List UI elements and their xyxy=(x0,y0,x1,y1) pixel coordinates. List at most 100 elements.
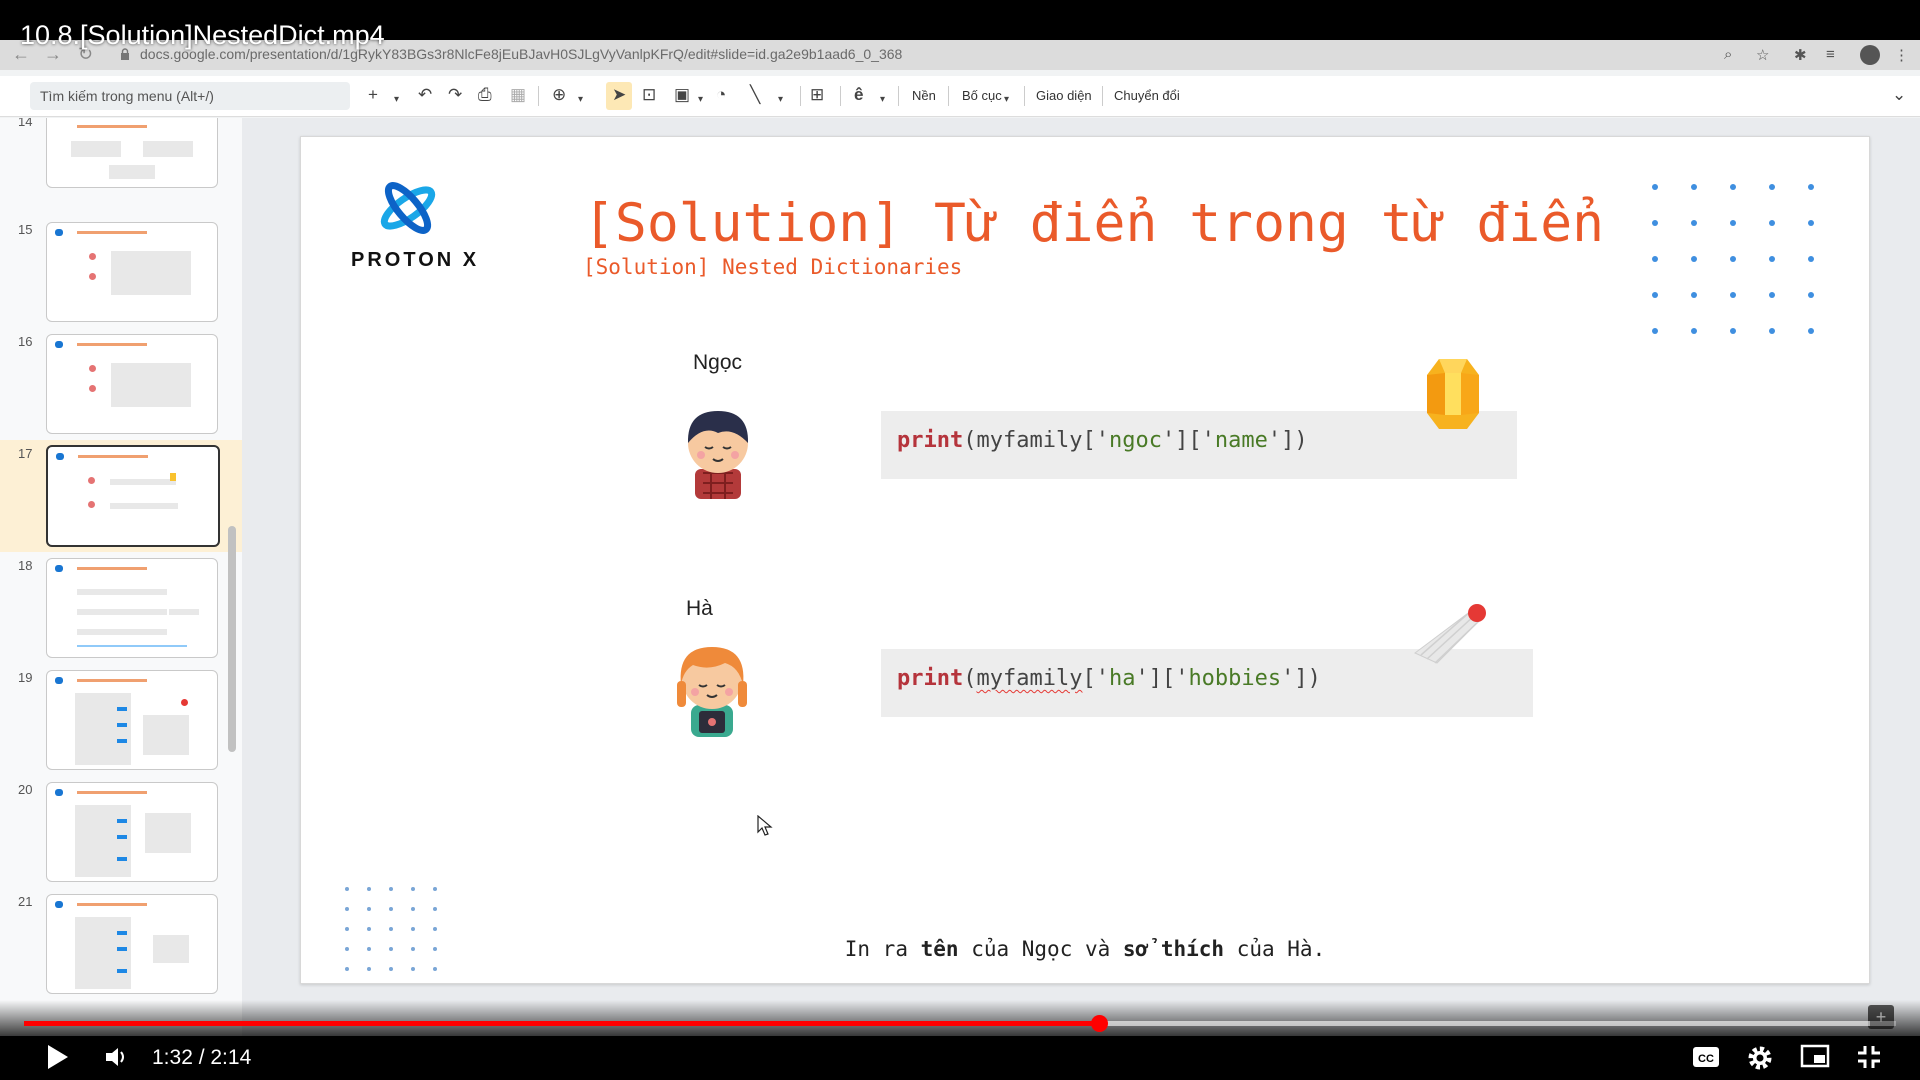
person-name-ha: Hà xyxy=(686,597,713,620)
input-tools-icon[interactable]: ê xyxy=(854,85,863,105)
code-variable: myfamily xyxy=(976,666,1083,691)
image-icon[interactable]: ▣ xyxy=(674,85,690,105)
theme-button[interactable]: Giao diện xyxy=(1036,88,1092,103)
slide-thumbnail-21[interactable] xyxy=(46,894,218,994)
new-slide-icon[interactable]: + xyxy=(368,85,378,105)
video-title[interactable]: 10.8.[Solution]NestedDict.mp4 xyxy=(20,20,385,51)
comment-icon[interactable]: ⊞ xyxy=(810,85,824,105)
slide-thumbnail-17[interactable] xyxy=(46,445,220,547)
settings-gear-icon[interactable] xyxy=(1746,1044,1774,1072)
decorative-dot-grid xyxy=(1652,184,1814,334)
text-box-icon[interactable]: ⊡ xyxy=(642,85,656,105)
chevron-down-icon[interactable]: ▾ xyxy=(880,90,885,110)
slide-number: 16 xyxy=(18,334,33,349)
chevron-down-icon[interactable]: ▾ xyxy=(698,90,703,110)
chevron-down-icon[interactable]: ▾ xyxy=(778,90,783,110)
volume-icon[interactable] xyxy=(104,1046,130,1068)
code-string: ha xyxy=(1108,666,1136,691)
cursor-arrow-icon[interactable]: ➤ xyxy=(612,85,626,105)
paint-format-icon[interactable]: ▦ xyxy=(510,85,526,105)
layout-button[interactable]: Bố cục xyxy=(962,88,1002,103)
code-variable: myfamily xyxy=(976,428,1083,453)
slide-thumbnail-18[interactable] xyxy=(46,558,218,658)
transition-button[interactable]: Chuyển đổi xyxy=(1114,88,1180,103)
collapse-toolbar-icon[interactable]: ⌄ xyxy=(1892,85,1906,105)
zoom-icon[interactable]: ⊕ xyxy=(552,85,566,105)
slide-thumbnail-15[interactable] xyxy=(46,222,218,322)
chevron-down-icon[interactable]: ▾ xyxy=(394,90,399,110)
menu-kebab-icon[interactable]: ⋮ xyxy=(1894,46,1909,64)
time-display: 1:32 / 2:14 xyxy=(152,1046,252,1069)
code-string: hobbies xyxy=(1188,666,1282,691)
slide-number: 19 xyxy=(18,670,33,685)
extensions-icon[interactable]: ✱ xyxy=(1794,46,1807,64)
code-line: print(myfamily['ha']['hobbies']) xyxy=(897,666,1321,691)
girl-avatar-icon xyxy=(677,647,747,737)
caption-text: In ra xyxy=(844,937,921,961)
progress-played xyxy=(24,1021,1099,1026)
slide-thumbnail-20[interactable] xyxy=(46,782,218,882)
logo-text: PROTON X xyxy=(351,249,480,271)
slide-thumbnail-14[interactable] xyxy=(46,118,218,188)
profile-avatar[interactable] xyxy=(1860,45,1880,65)
gem-icon xyxy=(1427,359,1479,429)
chevron-down-icon[interactable]: ▾ xyxy=(1004,90,1009,110)
boy-avatar-icon xyxy=(687,411,749,499)
code-snippet-ngoc: print(myfamily['ngoc']['name']) xyxy=(881,411,1517,479)
progress-scrubber-handle[interactable] xyxy=(1090,1015,1108,1032)
caption-bold: sở thích xyxy=(1122,937,1225,961)
slide-number: 17 xyxy=(18,446,33,461)
filmstrip-scrollbar[interactable] xyxy=(228,526,236,752)
toolbar-divider xyxy=(1024,86,1025,106)
svg-text:CC: CC xyxy=(1698,1053,1714,1065)
code-keyword: print xyxy=(897,666,964,691)
code-keyword: print xyxy=(897,428,964,453)
protonx-logo-icon xyxy=(380,182,436,234)
slide-thumbnail-19[interactable] xyxy=(46,670,218,770)
reading-list-icon[interactable]: ≡ xyxy=(1826,46,1835,63)
slide-subtitle: [Solution] Nested Dictionaries xyxy=(583,255,963,279)
chevron-down-icon[interactable]: ▾ xyxy=(578,90,583,110)
caption-text: của Hà. xyxy=(1224,937,1326,961)
play-icon[interactable] xyxy=(46,1044,70,1070)
slide-filmstrip: 14 15 16 17 18 19 20 21 xyxy=(0,118,243,1036)
menu-search-placeholder: Tìm kiếm trong menu (Alt+/) xyxy=(40,88,214,104)
shape-icon[interactable]: ◔ xyxy=(716,85,726,105)
code-string: ngoc xyxy=(1108,428,1162,453)
caption-bold: tên xyxy=(920,937,959,961)
miniplayer-icon[interactable] xyxy=(1800,1044,1830,1068)
slide-number: 15 xyxy=(18,222,33,237)
redo-icon[interactable]: ↷ xyxy=(448,85,462,105)
toolbar-divider xyxy=(948,86,949,106)
slide-caption: In ra tên của Ngọc và sở thích của Hà. xyxy=(301,937,1869,961)
toolbar-divider xyxy=(800,86,801,106)
mouse-cursor-icon xyxy=(757,815,773,836)
toolbar-divider xyxy=(538,86,539,106)
star-icon[interactable]: ☆ xyxy=(1756,46,1769,64)
undo-icon[interactable]: ↶ xyxy=(418,85,432,105)
code-line: print(myfamily['ngoc']['name']) xyxy=(897,428,1308,453)
zoom-icon[interactable]: ⌕ xyxy=(1724,46,1732,63)
slide-number: 14 xyxy=(18,118,33,129)
slide-canvas[interactable]: PROTON X [Solution] Từ điển trong từ điể… xyxy=(300,136,1870,984)
menu-search-input[interactable]: Tìm kiếm trong menu (Alt+/) xyxy=(30,82,350,110)
player-controls: 1:32 / 2:14 CC xyxy=(0,1036,1920,1080)
background-button[interactable]: Nền xyxy=(912,88,936,103)
slides-toolbar: Tìm kiếm trong menu (Alt+/) + ▾ ↶ ↷ ⎙ ▦ … xyxy=(0,76,1920,117)
slide-number: 18 xyxy=(18,558,33,573)
code-string: name xyxy=(1214,428,1268,453)
slide-number: 21 xyxy=(18,894,33,909)
shuttlecock-icon xyxy=(1414,604,1486,664)
slide-title: [Solution] Từ điển trong từ điển xyxy=(583,193,1605,254)
closed-captions-icon[interactable]: CC xyxy=(1692,1044,1720,1070)
toolbar-divider xyxy=(898,86,899,106)
slide-thumbnail-16[interactable] xyxy=(46,334,218,434)
caption-text: của Ngọc và xyxy=(958,937,1123,961)
slide-number: 20 xyxy=(18,782,33,797)
person-name-ngoc: Ngọc xyxy=(693,351,743,374)
exit-fullscreen-icon[interactable] xyxy=(1856,1044,1882,1070)
progress-bar[interactable] xyxy=(24,1015,1896,1032)
toolbar-divider xyxy=(840,86,841,106)
print-icon[interactable]: ⎙ xyxy=(478,85,492,105)
line-icon[interactable]: ╲ xyxy=(750,85,760,105)
